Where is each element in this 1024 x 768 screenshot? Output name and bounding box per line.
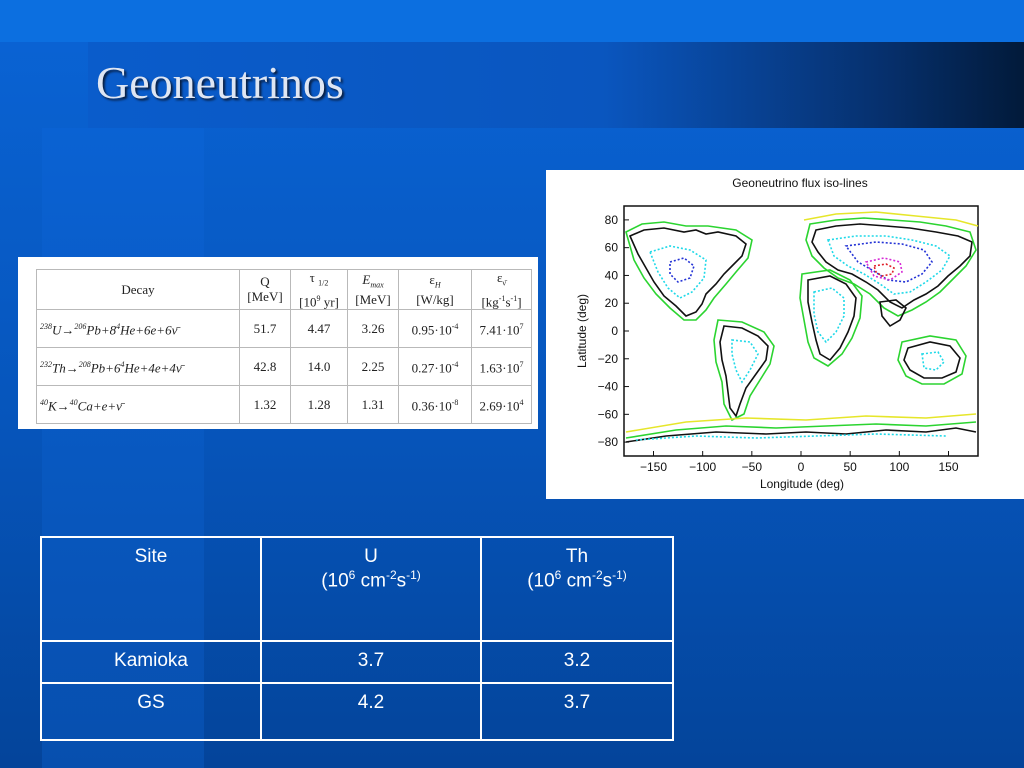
decay-tau: 1.28	[290, 384, 348, 424]
y-tick-label: −60	[598, 407, 619, 421]
decay-ev: 7.41·107	[471, 308, 532, 348]
header-q: Q [MeV]	[239, 269, 291, 310]
flux-row-gs: GS 4.2 3.7	[40, 682, 674, 741]
x-tick-label: −50	[742, 460, 763, 474]
decay-table-header: Decay Q [MeV] τ 1/2 [109 yr] Emax [MeV] ε…	[36, 269, 532, 310]
decay-q: 1.32	[239, 384, 291, 424]
header-emax: Emax [MeV]	[347, 269, 399, 310]
y-tick-label: 60	[605, 241, 619, 255]
x-tick-label: 50	[843, 460, 857, 474]
decay-equation: 40K→40Ca+e+ν̄	[36, 384, 240, 424]
decay-emax: 3.26	[347, 308, 399, 348]
decay-table: Decay Q [MeV] τ 1/2 [109 yr] Emax [MeV] ε…	[36, 269, 532, 424]
x-axis-label: Longitude (deg)	[760, 477, 844, 491]
x-tick-label: 150	[938, 460, 958, 474]
decay-eh: 0.36·10-8	[398, 384, 472, 424]
decay-row-th232: 232Th→208Pb+64He+4e+4ν̄ 42.8 14.0 2.25 0…	[36, 346, 532, 386]
decay-eh: 0.95·10-4	[398, 308, 472, 348]
decay-emax: 2.25	[347, 346, 399, 386]
y-tick-label: −20	[598, 352, 619, 366]
decay-table-panel: Decay Q [MeV] τ 1/2 [109 yr] Emax [MeV] ε…	[18, 257, 538, 429]
x-tick-label: −150	[640, 460, 667, 474]
flux-u: 4.2	[260, 682, 482, 741]
decay-tau: 14.0	[290, 346, 348, 386]
header-decay: Decay	[36, 269, 240, 310]
x-tick-label: 0	[798, 460, 805, 474]
flux-header-th: Th (106 cm-2s-1)	[480, 536, 674, 642]
decay-tau: 4.47	[290, 308, 348, 348]
flux-site: Kamioka	[40, 640, 262, 684]
flux-row-kamioka: Kamioka 3.7 3.2	[40, 640, 674, 684]
flux-map: Longitude (deg) Latitude (deg) −150 −100 −…	[575, 205, 979, 491]
decay-eh: 0.27·10-4	[398, 346, 472, 386]
flux-th: 3.2	[480, 640, 674, 684]
y-tick-label: 80	[605, 213, 619, 227]
header-epsilon-h: εH [W/kg]	[398, 269, 472, 310]
decay-equation: 238U→206Pb+84He+6e+6ν̄	[36, 308, 240, 348]
decay-ev: 2.69·104	[471, 384, 532, 424]
flux-th: 3.7	[480, 682, 674, 741]
flux-u: 3.7	[260, 640, 482, 684]
flux-header-site: Site	[40, 536, 262, 642]
x-tick-label: 100	[889, 460, 909, 474]
flux-map-panel: Geoneutrino flux iso-lines Longitude (de…	[546, 170, 1024, 499]
header-tau: τ 1/2 [109 yr]	[290, 269, 348, 310]
decay-equation: 232Th→208Pb+64He+4e+4ν̄	[36, 346, 240, 386]
flux-header-u: U (106 cm-2s-1)	[260, 536, 482, 642]
decay-q: 51.7	[239, 308, 291, 348]
x-tick-label: −100	[689, 460, 716, 474]
decay-row-k40: 40K→40Ca+e+ν̄ 1.32 1.28 1.31 0.36·10-8 2…	[36, 384, 532, 424]
y-axis-label: Latitude (deg)	[575, 294, 589, 368]
y-tick-label: −40	[598, 380, 619, 394]
flux-site: GS	[40, 682, 262, 741]
y-tick-label: −80	[598, 435, 619, 449]
header-epsilon-nu: εν̄ [kg-1s-1]	[471, 269, 532, 310]
decay-row-u238: 238U→206Pb+84He+6e+6ν̄ 51.7 4.47 3.26 0.…	[36, 308, 532, 348]
flux-header-row: Site U (106 cm-2s-1) Th (106 cm-2s-1)	[40, 536, 674, 642]
y-tick-label: 0	[611, 324, 618, 338]
y-tick-label: 40	[605, 268, 619, 282]
flux-table: Site U (106 cm-2s-1) Th (106 cm-2s-1) Ka…	[40, 536, 674, 741]
decay-ev: 1.63·107	[471, 346, 532, 386]
top-band	[0, 0, 1024, 42]
decay-emax: 1.31	[347, 384, 399, 424]
decay-q: 42.8	[239, 346, 291, 386]
slide-title: Geoneutrinos	[96, 57, 344, 108]
y-tick-label: 20	[605, 296, 619, 310]
